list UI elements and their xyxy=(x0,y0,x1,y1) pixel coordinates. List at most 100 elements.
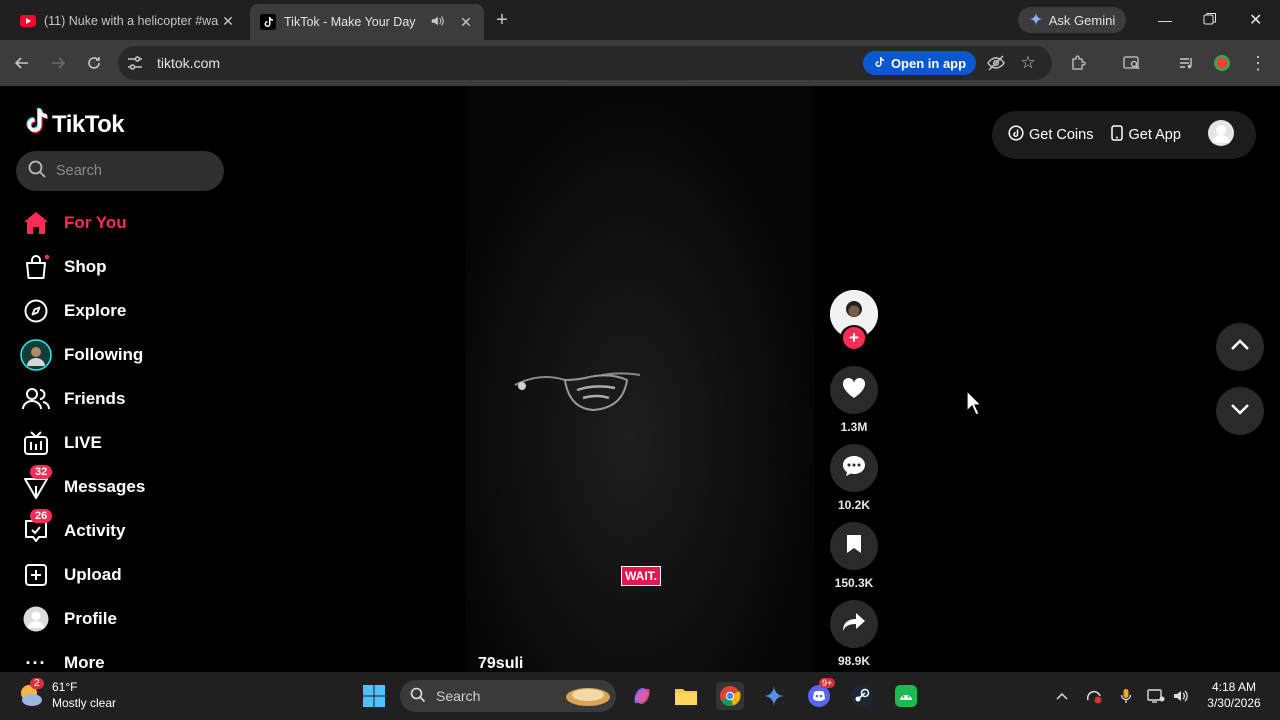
profile-avatar-icon[interactable] xyxy=(1209,50,1235,76)
nav-label: Explore xyxy=(64,301,127,320)
nav-label: More xyxy=(64,653,105,672)
reload-icon[interactable] xyxy=(81,50,107,76)
minimize-window-icon[interactable]: — xyxy=(1158,12,1174,28)
next-video-button[interactable] xyxy=(1216,387,1264,435)
messages-icon: 32 xyxy=(20,465,53,503)
live-icon xyxy=(20,427,52,459)
share-arrow-icon xyxy=(842,612,866,637)
site-info-icon[interactable] xyxy=(126,55,144,76)
bookmark-icon xyxy=(846,534,862,559)
chrome-icon[interactable] xyxy=(716,682,744,710)
file-explorer-icon[interactable] xyxy=(672,682,700,710)
eye-slash-icon[interactable] xyxy=(983,50,1009,76)
browser-menu-icon[interactable]: ⋮ xyxy=(1245,50,1271,76)
tiktok-note-icon xyxy=(24,108,48,141)
nav-friends[interactable]: Friends xyxy=(20,381,125,417)
ask-gemini-button[interactable]: Ask Gemini xyxy=(1018,7,1126,33)
volume-icon[interactable] xyxy=(1171,686,1191,706)
nav-explore[interactable]: Explore xyxy=(20,293,126,329)
copilot-icon[interactable] xyxy=(628,682,656,710)
vpn-status-icon[interactable] xyxy=(1084,686,1104,706)
taskbar-search-label: Search xyxy=(436,688,481,704)
share-button[interactable] xyxy=(830,600,878,648)
system-clock[interactable]: 4:18 AM 3/30/2026 xyxy=(1196,679,1272,711)
taskbar-search[interactable]: Search xyxy=(400,680,616,712)
show-hidden-icons-chevron-icon[interactable] xyxy=(1052,686,1072,706)
weather-widget[interactable]: 2 61°F Mostly clear xyxy=(18,678,116,711)
coin-icon xyxy=(1008,125,1024,145)
close-tab-icon[interactable]: ✕ xyxy=(458,14,474,31)
discord-badge: 9+ xyxy=(819,678,836,688)
media-controls-icon[interactable] xyxy=(1173,50,1199,76)
open-in-app-label: Open in app xyxy=(890,55,967,71)
discord-icon[interactable]: 9+ xyxy=(805,678,836,710)
nav-for-you[interactable]: For You xyxy=(20,205,127,241)
tiktok-search-input[interactable]: Search xyxy=(16,151,224,191)
windows-start-icon[interactable] xyxy=(360,682,388,710)
url-text[interactable]: tiktok.com xyxy=(157,55,220,71)
new-tab-button[interactable]: + xyxy=(492,10,512,30)
comment-button[interactable] xyxy=(830,444,878,492)
get-coins-label: Get Coins xyxy=(1029,127,1094,143)
comment-bubble-icon xyxy=(842,455,866,482)
like-button[interactable] xyxy=(830,366,878,414)
mouse-cursor-icon xyxy=(966,389,983,421)
weather-badge: 2 xyxy=(30,678,44,689)
video-frame-glasses xyxy=(505,360,645,418)
restore-window-icon[interactable] xyxy=(1203,12,1219,28)
nav-label: Upload xyxy=(64,565,122,584)
nav-shop[interactable]: Shop xyxy=(20,249,107,285)
tab-tiktok[interactable]: TikTok - Make Your Day ✕ xyxy=(250,4,484,40)
saves-count: 150.3K xyxy=(834,576,874,590)
activity-badge: 26 xyxy=(30,509,53,523)
user-avatar[interactable] xyxy=(1207,119,1235,151)
close-window-icon[interactable]: ✕ xyxy=(1249,10,1265,29)
bookmark-star-icon[interactable]: ☆ xyxy=(1015,50,1041,76)
back-arrow-icon[interactable] xyxy=(9,50,35,76)
profile-icon xyxy=(20,603,52,635)
steam-icon[interactable] xyxy=(848,682,876,710)
top-right-actions: Get Coins Get App xyxy=(992,111,1256,159)
caption-badge: WAIT. xyxy=(621,566,661,586)
follow-plus-button[interactable]: + xyxy=(843,327,865,349)
comments-count: 10.2K xyxy=(837,498,871,512)
tiktok-logo[interactable]: TikTok xyxy=(24,108,125,141)
likes-count: 1.3M xyxy=(840,420,868,434)
microphone-icon[interactable] xyxy=(1116,686,1136,706)
nav-label: LIVE xyxy=(64,433,102,452)
nav-following[interactable]: Following xyxy=(20,337,143,373)
close-tab-icon[interactable]: ✕ xyxy=(220,13,236,30)
forward-arrow-icon[interactable] xyxy=(45,50,71,76)
chevron-down-icon xyxy=(1230,402,1250,420)
nav-messages[interactable]: 32 Messages xyxy=(20,465,146,505)
home-icon xyxy=(20,207,52,239)
open-in-app-button[interactable]: Open in app xyxy=(863,51,976,75)
video-author[interactable]: 79suli xyxy=(478,655,523,673)
nav-activity[interactable]: 26 Activity xyxy=(20,509,125,549)
network-icon[interactable] xyxy=(1146,686,1166,706)
tab-title: TikTok - Make Your Day xyxy=(284,15,416,29)
friends-icon xyxy=(20,383,52,415)
tab-search-icon[interactable] xyxy=(1119,50,1145,76)
nav-label: Messages xyxy=(64,477,146,496)
android-app-icon[interactable] xyxy=(892,682,920,710)
nav-upload[interactable]: Upload xyxy=(20,557,122,593)
get-coins-button[interactable]: Get Coins xyxy=(1008,125,1093,145)
weather-temp: 61°F xyxy=(52,680,78,694)
gemini-app-icon[interactable] xyxy=(760,682,788,710)
search-icon xyxy=(28,160,46,182)
nav-profile[interactable]: Profile xyxy=(20,601,117,637)
save-button[interactable] xyxy=(830,522,878,570)
tab-youtube[interactable]: (11) Nuke with a helicopter #wa ✕ xyxy=(12,6,244,36)
audio-playing-icon[interactable] xyxy=(430,14,444,31)
nav-live[interactable]: LIVE xyxy=(20,425,102,461)
nav-label: For You xyxy=(64,213,127,232)
get-app-button[interactable]: Get App xyxy=(1111,125,1181,145)
chevron-up-icon xyxy=(1230,338,1250,356)
youtube-icon xyxy=(20,13,36,29)
ask-gemini-label: Ask Gemini xyxy=(1048,12,1116,28)
previous-video-button[interactable] xyxy=(1216,323,1264,371)
shopping-bag-icon xyxy=(20,251,52,283)
get-app-label: Get App xyxy=(1128,127,1181,143)
extensions-puzzle-icon[interactable] xyxy=(1065,50,1091,76)
